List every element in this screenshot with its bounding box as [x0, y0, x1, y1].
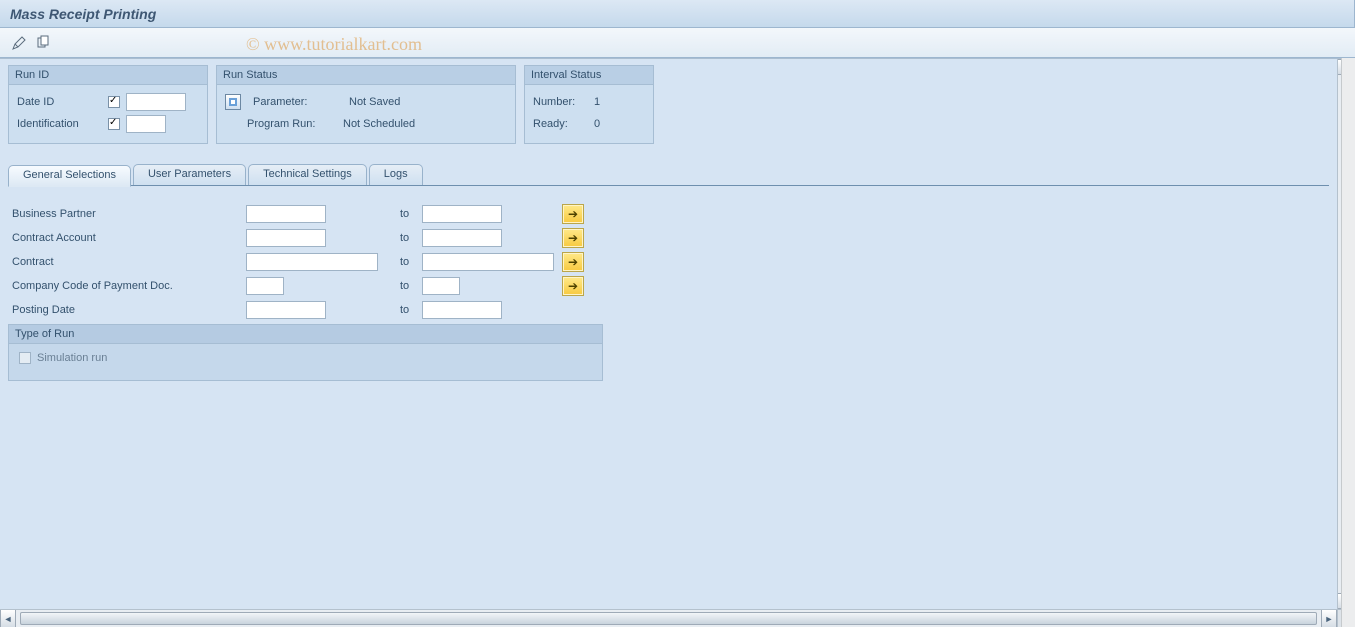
tool-display-change-icon[interactable]	[10, 34, 28, 52]
interval-number-value: 1	[594, 96, 600, 108]
cc-to-label: to	[382, 280, 422, 292]
parameter-value: Not Saved	[349, 96, 400, 108]
business-partner-to-input[interactable]	[422, 205, 502, 223]
group-run-status-title: Run Status	[217, 66, 515, 85]
work-area: Run ID Date ID Identification	[0, 59, 1337, 609]
parameter-label: Parameter:	[253, 96, 343, 108]
co-multiple-selection-button[interactable]: ➔	[562, 252, 584, 272]
ca-multiple-selection-button[interactable]: ➔	[562, 228, 584, 248]
interval-number-label: Number:	[533, 96, 588, 108]
tab-general-selections[interactable]: General Selections	[8, 165, 131, 187]
posting-date-label: Posting Date	[8, 304, 246, 316]
horizontal-scroll-thumb[interactable]	[20, 612, 1317, 625]
group-run-id-title: Run ID	[9, 66, 207, 85]
tabstrip: General Selections User Parameters Techn…	[8, 162, 1329, 186]
contract-account-label: Contract Account	[8, 232, 246, 244]
identification-checkbox[interactable]	[108, 118, 120, 130]
arrow-right-icon: ➔	[568, 279, 578, 293]
date-id-input[interactable]	[126, 93, 186, 111]
app-toolbar	[0, 28, 1355, 58]
contract-to-input[interactable]	[422, 253, 554, 271]
tab-general-selections-label: General Selections	[23, 169, 116, 181]
tab-user-parameters[interactable]: User Parameters	[133, 164, 246, 186]
parameter-status-icon[interactable]	[225, 94, 241, 110]
tab-content-general: Business Partner to ➔ Contract Account t…	[8, 186, 1329, 381]
tab-user-parameters-label: User Parameters	[148, 168, 231, 180]
tab-logs-label: Logs	[384, 168, 408, 180]
simulation-run-checkbox	[19, 352, 31, 364]
pd-to-label: to	[382, 304, 422, 316]
horizontal-scrollbar[interactable]: ◄ ►	[0, 609, 1337, 627]
contract-label: Contract	[8, 256, 246, 268]
company-code-label: Company Code of Payment Doc.	[8, 280, 246, 292]
outer-vertical-scrollbar[interactable]	[1341, 58, 1355, 627]
group-run-status: Run Status Parameter: Not Saved Program …	[216, 65, 516, 144]
date-id-label: Date ID	[17, 96, 102, 108]
identification-input[interactable]	[126, 115, 166, 133]
type-of-run-title: Type of Run	[9, 325, 602, 344]
page-title: Mass Receipt Printing	[10, 6, 156, 22]
group-interval-status-title: Interval Status	[525, 66, 653, 85]
arrow-right-icon: ➔	[568, 255, 578, 269]
group-run-id: Run ID Date ID Identification	[8, 65, 208, 144]
cc-multiple-selection-button[interactable]: ➔	[562, 276, 584, 296]
tab-technical-settings[interactable]: Technical Settings	[248, 164, 367, 186]
business-partner-label: Business Partner	[8, 208, 246, 220]
posting-date-from-input[interactable]	[246, 301, 326, 319]
posting-date-to-input[interactable]	[422, 301, 502, 319]
identification-label: Identification	[17, 118, 102, 130]
group-interval-status: Interval Status Number: 1 Ready: 0	[524, 65, 654, 144]
interval-ready-value: 0	[594, 118, 600, 130]
scroll-right-arrow-icon[interactable]: ►	[1321, 610, 1337, 627]
program-run-value: Not Scheduled	[343, 118, 415, 130]
bp-multiple-selection-button[interactable]: ➔	[562, 204, 584, 224]
horizontal-scroll-track[interactable]	[16, 610, 1321, 627]
contract-from-input[interactable]	[246, 253, 378, 271]
scroll-left-arrow-icon[interactable]: ◄	[0, 610, 16, 627]
contract-account-to-input[interactable]	[422, 229, 502, 247]
company-code-from-input[interactable]	[246, 277, 284, 295]
tab-technical-settings-label: Technical Settings	[263, 168, 352, 180]
arrow-right-icon: ➔	[568, 231, 578, 245]
company-code-to-input[interactable]	[422, 277, 460, 295]
date-id-checkbox[interactable]	[108, 96, 120, 108]
arrow-right-icon: ➔	[568, 207, 578, 221]
tab-logs[interactable]: Logs	[369, 164, 423, 186]
interval-ready-label: Ready:	[533, 118, 588, 130]
contract-account-from-input[interactable]	[246, 229, 326, 247]
simulation-run-label: Simulation run	[37, 352, 107, 364]
group-type-of-run: Type of Run Simulation run	[8, 324, 603, 381]
co-to-label: to	[382, 256, 422, 268]
ca-to-label: to	[382, 232, 422, 244]
business-partner-from-input[interactable]	[246, 205, 326, 223]
bp-to-label: to	[382, 208, 422, 220]
page-title-bar: Mass Receipt Printing	[0, 0, 1355, 28]
program-run-label: Program Run:	[247, 118, 337, 130]
tool-copy-icon[interactable]	[34, 34, 52, 52]
